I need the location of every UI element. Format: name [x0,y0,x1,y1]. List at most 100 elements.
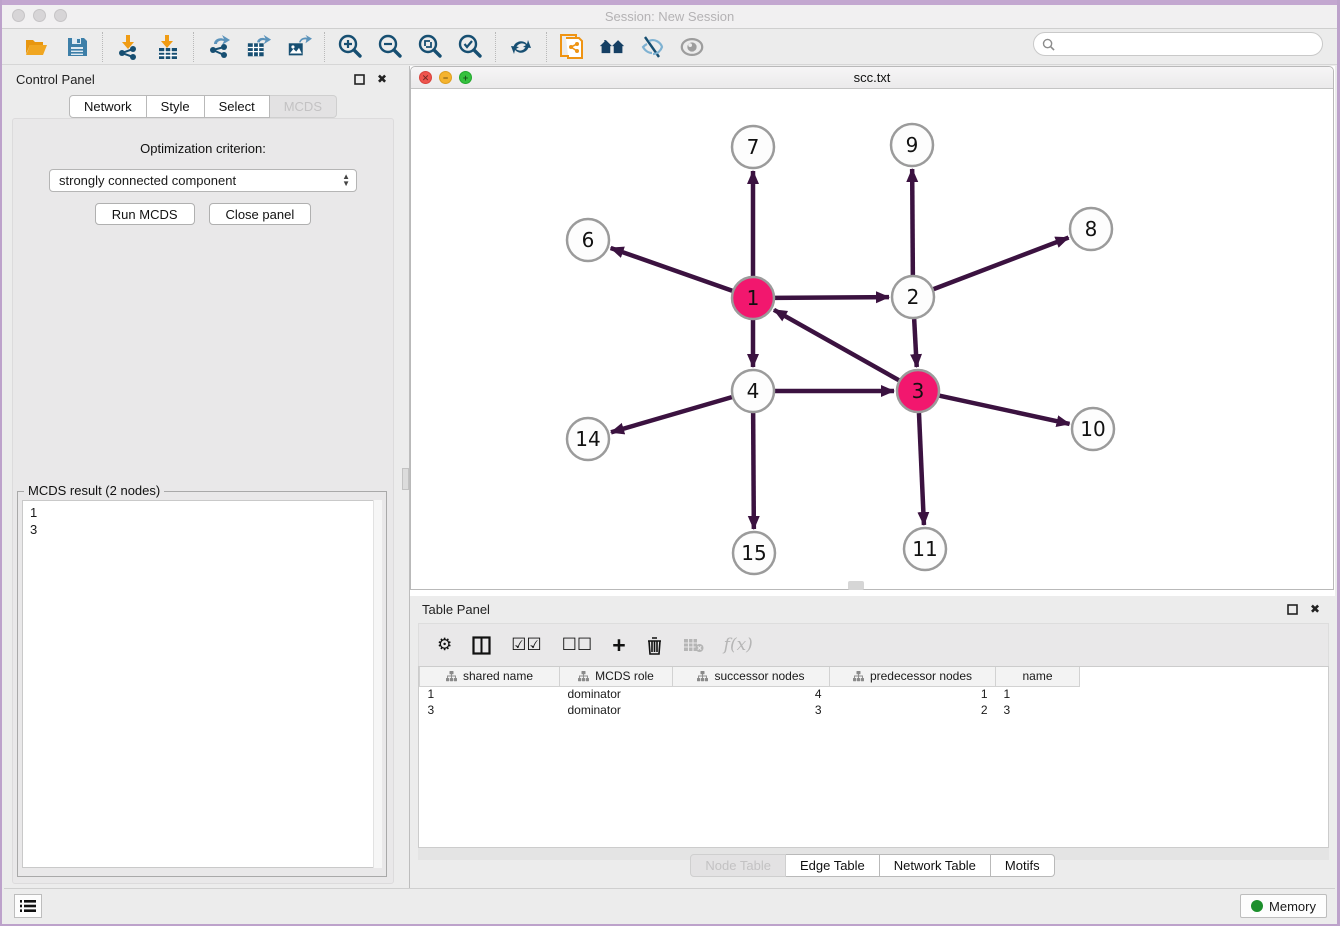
optimization-criterion-select[interactable]: strongly connected component ▲▼ [49,169,357,192]
edge-2-8[interactable] [934,238,1069,290]
tab-motifs[interactable]: Motifs [991,854,1055,877]
graph-node-9[interactable]: 9 [891,124,933,166]
tab-edge-table[interactable]: Edge Table [786,854,880,877]
graph-node-7[interactable]: 7 [732,126,774,168]
network-desktop: ✕ − + scc.txt 7 9 6 8 1 2 4 3 14 10 15 11 [410,66,1335,596]
save-session-icon[interactable] [64,34,90,60]
graph-node-6[interactable]: 6 [567,219,609,261]
edge-3-1[interactable] [774,310,899,380]
table-cell[interactable]: 4 [673,686,830,702]
edge-4-14[interactable] [611,397,732,432]
deselect-all-columns-icon[interactable]: ☐☐ [562,635,592,655]
column-settings-icon[interactable]: ⚙ [437,635,452,655]
close-table-panel-icon[interactable]: ✖ [1307,601,1323,617]
graph-node-4[interactable]: 4 [732,370,774,412]
graph-node-2[interactable]: 2 [892,276,934,318]
zoom-out-icon[interactable] [377,34,403,60]
zoom-selected-icon[interactable] [457,34,483,60]
add-column-icon[interactable]: + [612,632,625,659]
selected-criterion: strongly connected component [59,173,236,188]
table-cell[interactable]: 2 [830,702,996,718]
table-cell[interactable]: 1 [420,686,560,702]
table-cell[interactable]: dominator [560,686,673,702]
export-table-icon[interactable] [246,34,272,60]
memory-button[interactable]: Memory [1240,894,1327,918]
tab-style[interactable]: Style [147,95,205,118]
tab-network[interactable]: Network [69,95,147,118]
graph-node-14[interactable]: 14 [567,418,609,460]
edge-2-3[interactable] [914,319,917,367]
delete-column-icon[interactable] [646,636,663,655]
edge-2-9[interactable] [912,169,913,275]
result-scrollbar[interactable] [373,500,382,868]
task-history-button[interactable] [14,894,42,918]
table-cell[interactable]: dominator [560,702,673,718]
show-all-icon[interactable] [679,34,705,60]
export-network-icon[interactable] [206,34,232,60]
export-image-icon[interactable] [286,34,312,60]
close-panel-button[interactable]: Close panel [209,203,312,225]
column-header-predecessor-nodes[interactable]: predecessor nodes [830,667,996,686]
clone-network-icon[interactable] [559,34,585,60]
tab-mcds[interactable]: MCDS [270,95,337,118]
node-label: 3 [912,379,925,403]
table-row[interactable]: 3dominator323 [420,702,1080,718]
network-window-titlebar[interactable]: ✕ − + scc.txt [411,67,1333,89]
table-cell[interactable]: 1 [996,686,1080,702]
zoom-in-icon[interactable] [337,34,363,60]
column-header-shared-name[interactable]: shared name [420,667,560,686]
run-mcds-button[interactable]: Run MCDS [95,203,195,225]
search-field[interactable] [1033,32,1323,56]
apply-layout-icon[interactable] [508,34,534,60]
table-cell[interactable]: 3 [673,702,830,718]
task-list-icon [20,899,36,913]
hide-selected-icon[interactable] [639,34,665,60]
open-session-icon[interactable] [24,34,50,60]
import-table-icon[interactable] [155,34,181,60]
graph-node-8[interactable]: 8 [1070,208,1112,250]
tab-select[interactable]: Select [205,95,270,118]
float-panel-icon[interactable] [351,71,367,87]
table-toolbar: ⚙ ☑☑ ☐☐ + f(x) [418,623,1329,666]
control-panel-title: Control Panel [16,72,95,87]
graph-node-11[interactable]: 11 [904,528,946,570]
import-network-icon[interactable] [115,34,141,60]
vertical-splitter[interactable] [402,66,410,888]
node-label: 2 [907,285,920,309]
edge-3-11[interactable] [919,413,924,525]
graph-node-15[interactable]: 15 [733,532,775,574]
edge-1-2[interactable] [775,297,889,298]
table-cell[interactable]: 1 [830,686,996,702]
horizontal-splitter-grip[interactable] [848,581,864,590]
hierarchy-icon [697,671,708,682]
zoom-fit-icon[interactable] [417,34,443,60]
node-label: 11 [912,537,937,561]
edge-1-6[interactable] [611,248,733,291]
edge-4-15[interactable] [753,413,754,529]
table-row[interactable]: 1dominator411 [420,686,1080,702]
float-table-panel-icon[interactable] [1284,601,1300,617]
tab-network-table[interactable]: Network Table [880,854,991,877]
search-input[interactable] [1060,37,1322,51]
column-header-name[interactable]: name [996,667,1080,686]
graph-node-1[interactable]: 1 [732,277,774,319]
column-header-MCDS-role[interactable]: MCDS role [560,667,673,686]
graph-node-10[interactable]: 10 [1072,408,1114,450]
node-label: 9 [906,133,919,157]
delete-table-icon [683,638,704,653]
close-panel-icon[interactable]: ✖ [374,71,390,87]
select-all-columns-icon[interactable]: ☑☑ [511,635,541,655]
column-header-successor-nodes[interactable]: successor nodes [673,667,830,686]
mcds-result-group: MCDS result (2 nodes) 1 3 [17,491,387,877]
mcds-result-text[interactable]: 1 3 [22,500,382,868]
table-cell[interactable]: 3 [996,702,1080,718]
split-view-icon[interactable] [472,636,491,655]
edge-3-10[interactable] [939,396,1069,424]
graph-node-3[interactable]: 3 [897,370,939,412]
home-view-icon[interactable] [599,34,625,60]
table-cell[interactable]: 3 [420,702,560,718]
tab-node-table[interactable]: Node Table [690,854,786,877]
network-canvas[interactable]: 7 9 6 8 1 2 4 3 14 10 15 11 [411,89,1333,589]
network-view-window: ✕ − + scc.txt 7 9 6 8 1 2 4 3 14 10 15 11 [410,66,1334,590]
splitter-grip[interactable] [402,468,409,490]
